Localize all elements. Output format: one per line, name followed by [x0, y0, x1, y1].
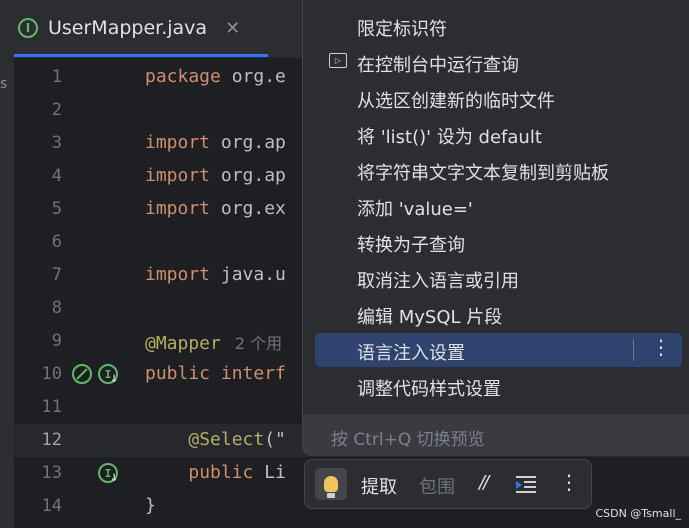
goto-implementation-icon[interactable]: ↓	[110, 469, 118, 485]
code-token: import	[145, 264, 221, 285]
line-number: 1	[51, 67, 62, 87]
line-number: 6	[51, 232, 62, 252]
code-token: org.ex	[220, 198, 286, 219]
code-token: Li	[264, 462, 286, 483]
line-number: 8	[51, 298, 62, 318]
more-options-icon[interactable]: ⋮	[651, 335, 671, 359]
surround-button[interactable]: 包围	[419, 473, 455, 499]
code-text: public interf	[145, 363, 286, 384]
menu-item[interactable]: 从选区创建新的临时文件	[315, 81, 682, 115]
line-number: 5	[51, 199, 62, 219]
more-icon[interactable]: ⋮	[559, 470, 579, 494]
line-number: 3	[51, 133, 62, 153]
line-number: 10	[41, 364, 62, 384]
popup-footer: 按 Ctrl+Q 切换预览	[303, 414, 689, 456]
active-tab-indicator	[14, 54, 268, 57]
menu-item[interactable]: 将 'list()' 设为 default	[315, 117, 682, 151]
menu-item-label: 调整代码样式设置	[357, 379, 501, 400]
line-number: 12	[41, 430, 62, 450]
code-token: org.e	[231, 66, 286, 87]
menu-item-label: 语言注入设置	[357, 343, 465, 364]
menu-item[interactable]: ▷ 在控制台中运行查询	[315, 45, 682, 79]
code-token: ("	[264, 429, 286, 450]
left-tool-strip: s	[0, 58, 14, 528]
menu-item[interactable]: 转换为子查询	[315, 225, 682, 259]
extract-button[interactable]: 提取	[361, 473, 397, 499]
code-token: public	[145, 363, 221, 384]
intention-bulb-button[interactable]	[315, 468, 347, 500]
menu-item[interactable]: 限定标识符	[315, 9, 682, 43]
menu-item-label: 将 'list()' 设为 default	[357, 127, 542, 148]
code-token: java.u	[220, 264, 286, 285]
menu-item-label: 将字符串文字文本复制到剪贴板	[357, 163, 609, 184]
line-number: 14	[41, 496, 62, 516]
interface-icon: I	[18, 18, 38, 38]
goto-implementation-icon[interactable]: ↓	[110, 370, 118, 386]
code-token: @Select	[188, 429, 265, 450]
watermark: CSDN @Tsmall_	[595, 507, 681, 520]
code-token: interf	[220, 363, 286, 384]
code-text: package org.e	[145, 66, 286, 87]
code-text: @Select("	[145, 429, 286, 450]
line-number: 4	[51, 166, 62, 186]
intention-actions-popup: 限定标识符 ▷ 在控制台中运行查询从选区创建新的临时文件将 'list()' 设为 …	[302, 0, 689, 456]
menu-item-label: 转换为子查询	[357, 235, 465, 256]
code-token: org.ap	[220, 132, 286, 153]
code-text: import org.ap	[145, 132, 286, 153]
menu-item-label: 限定标识符	[357, 19, 447, 40]
close-icon[interactable]: ✕	[225, 18, 240, 39]
no-sql-icon[interactable]	[72, 364, 92, 384]
run-console-icon: ▷	[329, 53, 347, 68]
menu-item[interactable]: 添加 'value='	[315, 189, 682, 223]
lightbulb-icon	[324, 476, 338, 498]
menu-item-label: 编辑 MySQL 片段	[357, 307, 503, 328]
code-token: import	[145, 132, 221, 153]
menu-item[interactable]: 将字符串文字文本复制到剪贴板	[315, 153, 682, 187]
divider	[633, 339, 634, 361]
floating-toolbar: 提取 包围 // ⋮	[304, 459, 592, 509]
tab-usermapper[interactable]: I UserMapper.java ✕	[18, 8, 240, 48]
code-token: org.ap	[220, 165, 286, 186]
comment-button[interactable]: //	[479, 472, 489, 493]
line-number: 2	[51, 100, 62, 120]
code-token: import	[145, 165, 221, 186]
code-text: import java.u	[145, 264, 286, 285]
menu-item-label: 在控制台中运行查询	[357, 55, 519, 76]
menu-item[interactable]: 调整代码样式设置	[315, 369, 682, 403]
indent-icon[interactable]	[516, 476, 536, 494]
line-number: 13	[41, 463, 62, 483]
preview-hint: 按 Ctrl+Q 切换预览	[331, 430, 485, 450]
line-number: 11	[41, 397, 62, 417]
code-token: }	[145, 495, 156, 516]
menu-item[interactable]: 语言注入设置 ⋮	[315, 333, 682, 367]
code-token: @Mapper	[145, 333, 221, 354]
code-token: public	[188, 462, 265, 483]
menu-item-label: 从选区创建新的临时文件	[357, 91, 555, 112]
menu-item-label: 添加 'value='	[357, 199, 473, 220]
code-text: @Mapper 2 个用	[145, 330, 282, 354]
left-strip-label: s	[0, 76, 8, 92]
menu-item[interactable]: 取消注入语言或引用	[315, 261, 682, 295]
line-number: 7	[51, 265, 62, 285]
menu-item-label: 取消注入语言或引用	[357, 271, 519, 292]
menu-item[interactable]: 编辑 MySQL 片段	[315, 297, 682, 331]
usages-hint[interactable]: 2 个用	[235, 334, 282, 353]
code-text: public Li	[145, 462, 286, 483]
code-text: }	[145, 495, 156, 516]
code-text: import org.ex	[145, 198, 286, 219]
tab-title: UserMapper.java	[48, 17, 208, 39]
code-token: import	[145, 198, 221, 219]
code-token: package	[145, 66, 232, 87]
line-number: 9	[51, 331, 62, 351]
code-text: import org.ap	[145, 165, 286, 186]
